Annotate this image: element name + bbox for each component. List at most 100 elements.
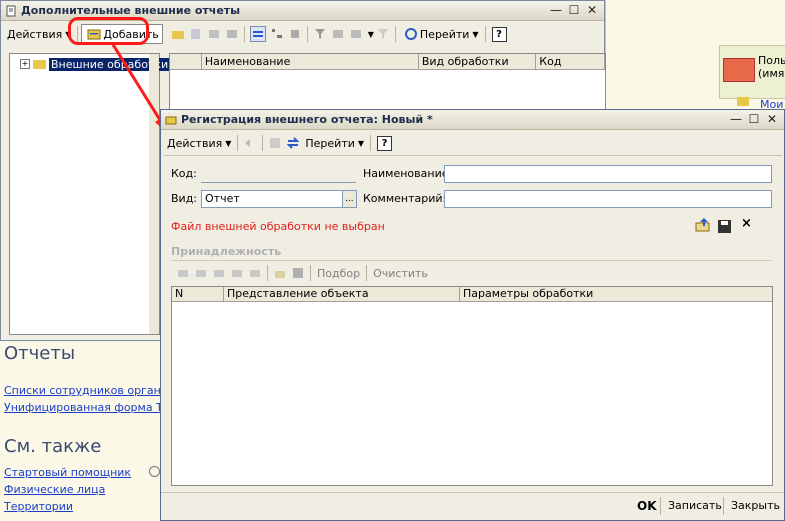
see-also-heading: См. также: [4, 436, 102, 457]
help-button[interactable]: ?: [491, 26, 507, 42]
user-text-2: (имя: [758, 67, 785, 80]
column-header-code[interactable]: Код: [536, 54, 605, 69]
comment-field[interactable]: [444, 190, 772, 208]
actions-label: Действия: [7, 27, 63, 41]
dialog-maximize-button[interactable]: ☐: [746, 112, 762, 127]
membership-table-header: N Представление объекта Параметры обрабо…: [172, 287, 772, 302]
dialog-title: Регистрация внешнего отчета: Новый *: [181, 113, 433, 126]
list-settings-icon[interactable]: [349, 27, 363, 41]
maximize-button[interactable]: ☐: [566, 3, 582, 18]
footer-divider: [161, 492, 784, 493]
dialog-actions-menu[interactable]: Действия ▼: [164, 133, 234, 153]
move-icon[interactable]: [288, 27, 302, 41]
save-button[interactable]: Записать: [668, 498, 722, 514]
clear-button[interactable]: Очистить: [370, 263, 431, 283]
dialog-close-button[interactable]: ✕: [764, 112, 780, 127]
code-field[interactable]: [201, 166, 356, 183]
column-header-blank[interactable]: [170, 54, 202, 69]
exchange-icon[interactable]: [286, 136, 300, 150]
filter-settings-icon[interactable]: [331, 27, 345, 41]
membership-table[interactable]: N Представление объекта Параметры обрабо…: [171, 286, 773, 486]
back-icon[interactable]: [243, 136, 257, 150]
dialog-goto-menu[interactable]: Перейти ▼: [302, 133, 367, 153]
ok-button[interactable]: OK: [637, 498, 657, 514]
clear-filter-icon[interactable]: [376, 27, 390, 41]
goto-label: Перейти: [305, 136, 355, 150]
actions-label: Действия: [167, 136, 223, 150]
report-icon: [6, 5, 16, 16]
actions-menu[interactable]: Действия ▼: [4, 24, 74, 44]
sort-desc-icon[interactable]: [248, 266, 262, 280]
save-list-icon[interactable]: [291, 266, 305, 280]
file-status-text: Файл внешней обработки не выбран: [171, 220, 385, 233]
delete-file-icon[interactable]: ×: [741, 216, 752, 232]
fill-icon[interactable]: [273, 266, 287, 280]
membership-toolbar: Подбор Очистить: [171, 261, 772, 285]
separator: [262, 135, 264, 151]
separator: [723, 497, 724, 515]
copy-row-icon[interactable]: [194, 266, 208, 280]
column-header-name[interactable]: Наименование: [202, 54, 419, 69]
delete-row-icon[interactable]: [212, 266, 226, 280]
search-icon: [149, 466, 160, 477]
minimize-button[interactable]: —: [548, 3, 564, 18]
external-reports-title: Дополнительные внешние отчеты: [21, 4, 241, 17]
goto-menu[interactable]: Перейти ▼: [399, 24, 482, 44]
separator: [394, 26, 396, 42]
column-header-object[interactable]: Представление объекта: [224, 287, 460, 301]
separator: [370, 135, 372, 151]
folder-icon: [165, 116, 177, 124]
select-button[interactable]: Подбор: [314, 263, 363, 283]
name-label: Наименование:: [363, 167, 453, 180]
membership-label: Принадлежность: [171, 245, 282, 258]
folder-icon: [33, 59, 46, 69]
open-file-icon[interactable]: [695, 217, 711, 233]
expand-icon[interactable]: +: [20, 59, 30, 69]
chevron-down-icon: ▼: [225, 138, 232, 148]
comment-label: Комментарий:: [363, 192, 447, 205]
reports-heading: Отчеты: [4, 343, 76, 364]
dialog-minimize-button[interactable]: —: [728, 112, 744, 127]
goto-label: Перейти: [419, 27, 470, 41]
copy-icon[interactable]: [189, 27, 203, 41]
edit-icon[interactable]: [207, 27, 221, 41]
column-header-kind[interactable]: Вид обработки: [419, 54, 537, 69]
column-header-number[interactable]: N: [172, 287, 224, 301]
chevron-down-icon: ▼: [472, 29, 479, 39]
name-field[interactable]: [444, 165, 772, 183]
tree-icon[interactable]: [270, 27, 284, 41]
close-button[interactable]: ✕: [584, 3, 600, 18]
folder-icon: [737, 97, 749, 106]
refresh-icon: [404, 28, 417, 40]
see-also-link-persons[interactable]: Физические лица: [4, 483, 105, 496]
report-link-employees[interactable]: Списки сотрудников организа: [4, 384, 181, 397]
see-also-link-territories[interactable]: Территории: [4, 500, 73, 513]
structure-icon[interactable]: [268, 136, 282, 150]
kind-field[interactable]: Отчет: [201, 190, 343, 208]
separator: [484, 26, 486, 42]
user-avatar-icon: [723, 58, 755, 82]
chevron-down-icon[interactable]: ▼: [368, 30, 374, 39]
kind-select-button[interactable]: ...: [342, 190, 357, 208]
kind-label: Вид:: [171, 192, 198, 205]
separator: [310, 265, 311, 281]
delete-icon[interactable]: [225, 27, 239, 41]
close-dialog-button[interactable]: Закрыть: [731, 498, 780, 514]
register-report-dialog: Регистрация внешнего отчета: Новый * — ☐…: [160, 109, 785, 521]
dialog-toolbar: Действия ▼ Перейти ▼ ?: [161, 131, 784, 155]
sort-asc-icon[interactable]: [230, 266, 244, 280]
filter-icon[interactable]: [313, 27, 327, 41]
report-link-t3[interactable]: Унифицированная форма Т-3: [4, 401, 174, 414]
see-also-link-start[interactable]: Стартовый помощник: [4, 466, 131, 479]
separator: [660, 497, 661, 515]
reports-list-header: Наименование Вид обработки Код: [170, 54, 605, 70]
dialog-help-button[interactable]: ?: [377, 135, 393, 151]
save-file-icon[interactable]: [718, 220, 731, 233]
add-row-icon[interactable]: [176, 266, 190, 280]
separator: [366, 265, 368, 281]
folder-add-icon[interactable]: [171, 27, 185, 41]
column-header-params[interactable]: Параметры обработки: [460, 287, 772, 301]
separator: [306, 26, 308, 42]
hierarchy-icon[interactable]: [249, 26, 266, 42]
code-label: Код:: [171, 167, 197, 180]
